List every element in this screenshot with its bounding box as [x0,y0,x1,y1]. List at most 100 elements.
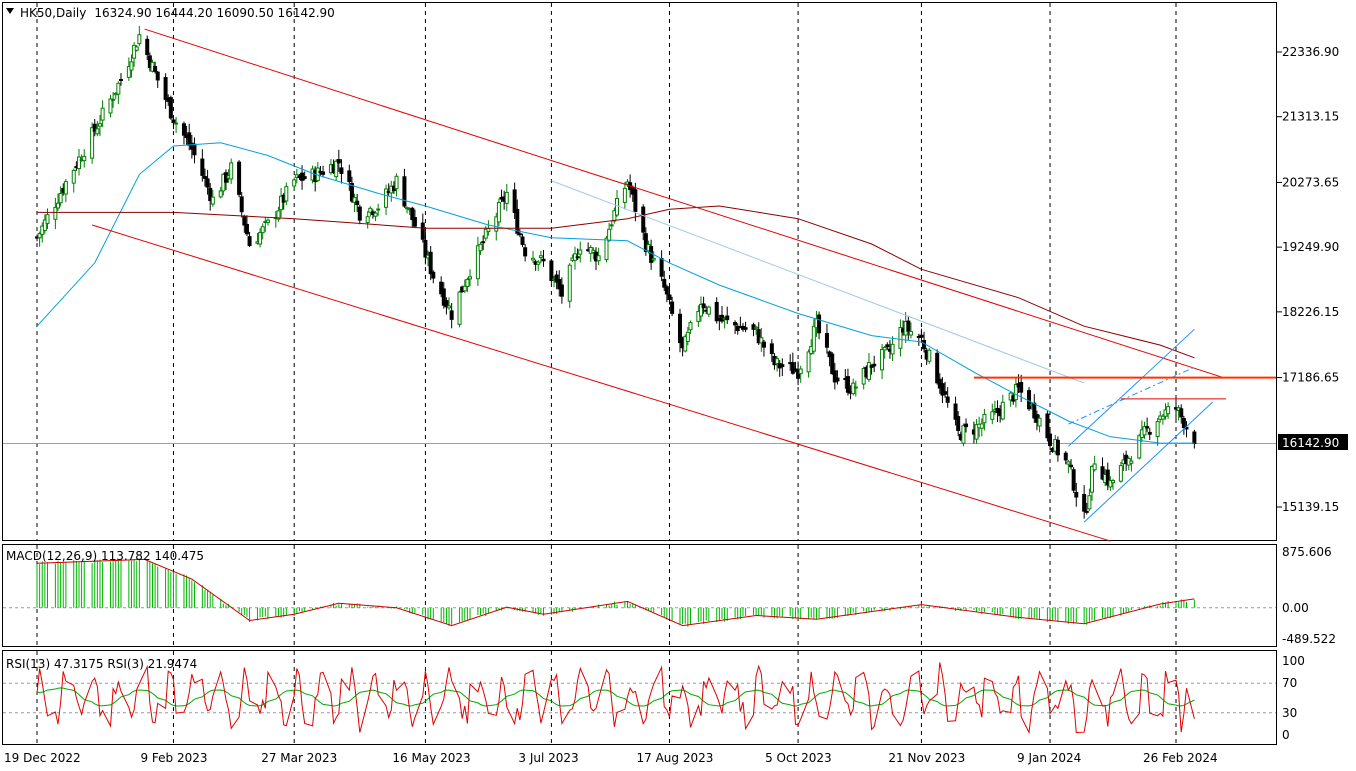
candle-body [1063,452,1068,461]
candle-body [95,128,100,135]
candle-body [244,223,249,235]
price-axis-tick-label: 20273.65 [1282,175,1339,189]
candle-body [53,206,58,220]
candle-body [607,228,612,242]
candle-body [247,236,252,246]
candle-body [790,362,795,374]
candle-body [1071,469,1076,491]
candle-body [609,224,614,227]
candle-body [538,255,543,258]
candle-body [321,171,326,175]
candle-body [604,237,609,261]
candle-body [315,167,320,181]
rsi-plot: 100 70 30 0 [3,654,1305,742]
candle-body [1069,464,1074,468]
candle-body [935,352,940,384]
candle-body [402,176,407,207]
candle-body [685,331,690,342]
candle-body [651,258,656,261]
candle-body [1066,461,1071,465]
candle-body [743,327,748,330]
candle-body [423,239,428,258]
candle-body [1147,431,1152,435]
macd-axis-tick-label: -489.522 [1282,632,1336,646]
candle-body [100,107,105,121]
ohlc-label: 16324.90 16444.20 16090.50 16142.90 [94,6,334,20]
candle-body [1048,433,1053,446]
candle-body [956,416,961,431]
candle-body [218,190,223,198]
candle-body [664,286,669,295]
candle-body [239,196,244,213]
macd-axis-tick-label: 875.606 [1282,545,1332,559]
candle-body [242,215,247,226]
candle-body [137,34,142,45]
candle-body [662,278,667,288]
candle-body [1082,494,1087,512]
candle-body [1155,421,1160,438]
candle-body [155,71,160,81]
candle-body [517,233,522,236]
price-axis-tick-label: 17186.65 [1282,371,1339,385]
rsi-axis-tick-label: 0 [1282,728,1290,742]
candle-body [775,358,780,365]
triangle-down-icon[interactable] [6,8,14,14]
x-axis-tick-label: 27 Mar 2023 [261,751,337,765]
candle-body [853,386,858,389]
price-axis-tick-label: 22336.90 [1282,45,1339,59]
candle-body [1074,491,1079,498]
candle-body [1087,495,1092,510]
candle-body [118,79,123,82]
x-axis-tick-label: 17 Aug 2023 [636,751,713,765]
candle-body [943,391,948,395]
candle-body [908,331,913,336]
candle-body [1019,382,1024,393]
candle-body [880,348,885,371]
x-axis-tick-label: 9 Feb 2023 [140,751,207,765]
candle-body [168,97,173,119]
macd-label: MACD(12,26,9) 113.782 140.475 [6,549,204,563]
descending-channel-upper-line [144,28,1224,379]
candle-body [258,232,263,245]
candle-body [468,276,473,280]
candle-body [633,189,638,212]
candle-body [486,228,491,232]
candle-body [373,212,378,217]
candle-body [754,326,759,329]
chart-header: HK50,Daily 16324.90 16444.20 16090.50 161… [20,6,335,20]
candle-body [882,346,887,351]
candle-body [1111,480,1116,484]
candle-body [964,423,969,428]
price-plot [3,26,1276,542]
price-axis-tick-label: 21313.15 [1282,110,1339,124]
candle-body [284,186,289,202]
descending-channel-mid-line [551,180,1085,384]
x-axis-tick-label: 3 Jul 2023 [518,751,578,765]
candle-body [536,261,541,265]
candle-body [394,175,399,190]
macd-axis-tick-label: 0.00 [1282,601,1309,615]
candle-body [575,256,580,259]
slow-moving-average-line [37,205,1195,359]
descending-channel-lower-line [91,224,1111,542]
candle-body [76,156,81,170]
candle-body [1000,401,1005,420]
candle-body [1090,465,1095,493]
candle-body [63,181,68,195]
candle-body [1181,417,1186,429]
candle-body [205,178,210,188]
candle-body [979,423,984,429]
candle-body [292,179,297,187]
candle-body [541,258,546,262]
vertical-gridlines [36,3,1177,744]
candle-body [129,61,134,71]
candle-body [670,301,675,314]
candle-body [1179,408,1184,418]
candle-body [845,376,850,393]
candle-body [1137,435,1142,459]
ascending-channel-upper-line [1068,328,1195,447]
candle-body [229,162,234,180]
candle-body [171,119,176,124]
candle-body [659,258,664,277]
candle-body [1037,417,1042,427]
